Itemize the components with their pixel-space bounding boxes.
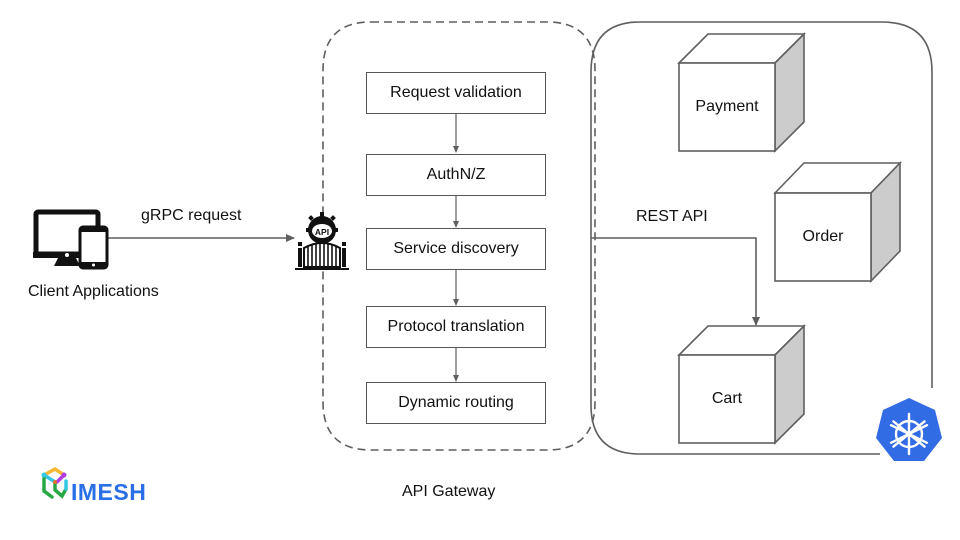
- imesh-logo-mark: [41, 466, 68, 499]
- kubernetes-icon: [876, 398, 942, 461]
- step-dynamic-routing[interactable]: Dynamic routing: [366, 382, 546, 424]
- api-gateway-label: API Gateway: [402, 483, 496, 500]
- service-label-payment: Payment: [695, 98, 759, 115]
- step-service-discovery[interactable]: Service discovery: [366, 228, 546, 270]
- step-request-validation[interactable]: Request validation: [366, 72, 546, 114]
- step-authn-authz[interactable]: AuthN/Z: [366, 154, 546, 196]
- rest-api-arrow: [591, 237, 760, 326]
- service-label-cart: Cart: [711, 390, 743, 407]
- rest-api-label: REST API: [636, 208, 708, 225]
- client-applications-label: Client Applications: [28, 283, 159, 300]
- api-gateway-icon: API: [295, 212, 349, 270]
- service-cube-order[interactable]: [773, 161, 902, 283]
- grpc-request-label: gRPC request: [141, 207, 242, 224]
- desktop-mobile-icon: [33, 209, 109, 270]
- service-label-order: Order: [802, 228, 844, 245]
- service-cube-payment[interactable]: [677, 32, 806, 153]
- service-cube-cart[interactable]: [677, 324, 806, 445]
- imesh-logo-text: IMESH: [71, 479, 147, 505]
- step-protocol-translation[interactable]: Protocol translation: [366, 306, 546, 348]
- svg-text:API: API: [315, 227, 329, 237]
